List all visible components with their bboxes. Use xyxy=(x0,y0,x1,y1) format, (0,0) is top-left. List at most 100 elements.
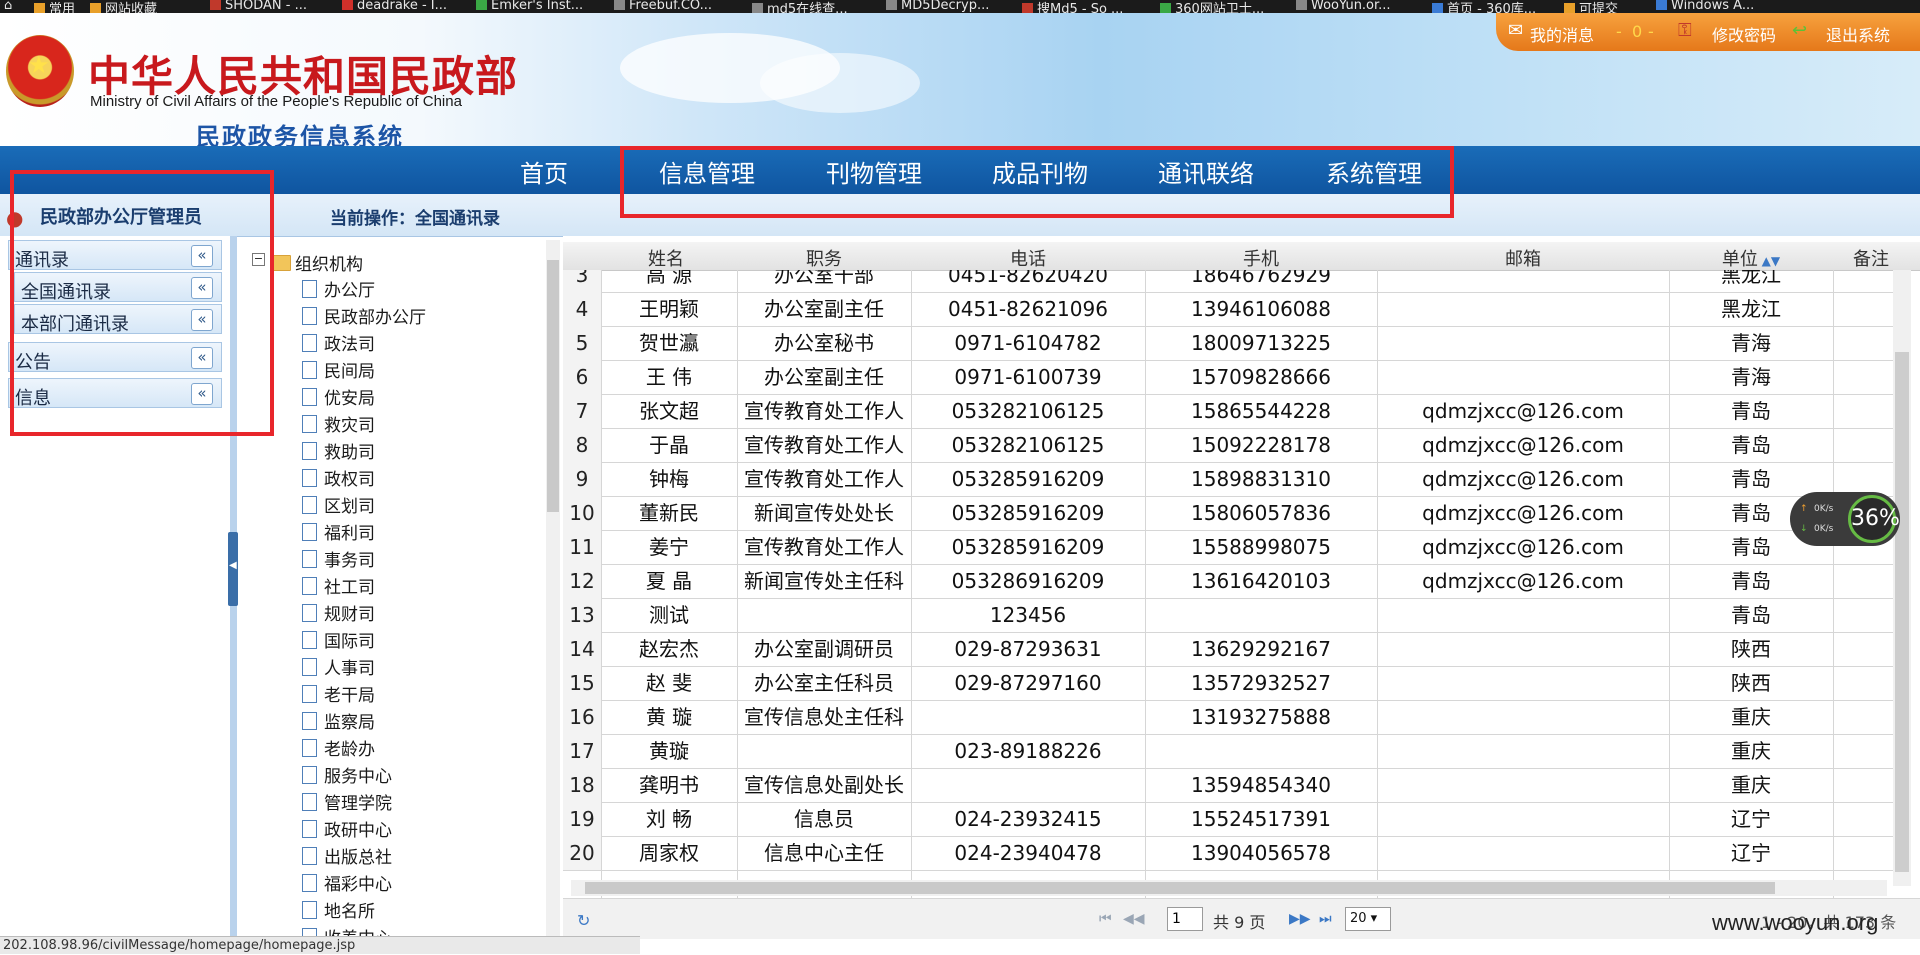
bookmark-item[interactable]: 搜Md5 - So ... xyxy=(1022,0,1123,13)
table-row[interactable]: 10 董新民 新闻宣传处处长 053285916209 15806057836 … xyxy=(563,496,1893,531)
tree-node[interactable]: 政研中心 xyxy=(302,816,392,841)
page-size-select[interactable]: 20 ▾ xyxy=(1345,907,1391,931)
tree-node[interactable]: 监察局 xyxy=(302,708,375,733)
col-title-header[interactable]: 职务 xyxy=(737,245,911,271)
row-number: 11 xyxy=(563,530,601,564)
cell-mobile: 13629292167 xyxy=(1191,637,1331,661)
tree-node[interactable]: 救灾司 xyxy=(302,411,375,436)
table-row[interactable]: 14 赵宏杰 办公室副调研员 029-87293631 13629292167 … xyxy=(563,632,1893,667)
bookmark-item[interactable]: 首页 - 360库... xyxy=(1432,0,1536,13)
bookmark-item[interactable]: md5在线查... xyxy=(752,0,848,13)
next-page-icon[interactable]: ▶▶ xyxy=(1289,911,1311,927)
tree-node[interactable]: 社工司 xyxy=(302,573,375,598)
first-page-icon[interactable]: ⏮ xyxy=(1099,911,1112,927)
bookmark-home-icon[interactable]: ⌂ xyxy=(4,0,12,13)
prev-page-icon[interactable]: ◀◀ xyxy=(1123,911,1145,927)
refresh-icon[interactable]: ↻ xyxy=(577,911,590,930)
bookmark-item[interactable]: MD5Decryp... xyxy=(886,0,989,13)
tree-node[interactable]: 规财司 xyxy=(302,600,375,625)
tree-node[interactable]: 优安局 xyxy=(302,384,375,409)
cell-title xyxy=(737,598,911,632)
splitter-toggle[interactable]: ◀ xyxy=(228,532,238,606)
table-row[interactable]: 9 钟梅 宣传教育处工作人 053285916209 15898831310 q… xyxy=(563,462,1893,497)
cell-name: 黄 璇 xyxy=(645,705,693,729)
tree-node[interactable]: 办公厅 xyxy=(302,276,375,301)
table-row[interactable]: 7 张文超 宣传教育处工作人 053282106125 15865544228 … xyxy=(563,394,1893,429)
row-number: 3 xyxy=(563,270,601,292)
table-row[interactable]: 11 姜宁 宣传教育处工作人 053285916209 15588998075 … xyxy=(563,530,1893,565)
cell-email: qdmzjxcc@126.com xyxy=(1422,569,1624,593)
col-name-header[interactable]: 姓名 xyxy=(603,245,729,271)
table-row[interactable]: 3 高 源 办公室干部 0451-82620420 18646762929 黑龙… xyxy=(563,270,1893,293)
bookmark-item[interactable]: SHODAN - ... xyxy=(210,0,307,13)
network-speed-widget[interactable]: ↑ 0K/s ↓ 0K/s 36% xyxy=(1790,492,1900,546)
tree-node[interactable]: 福彩中心 xyxy=(302,870,392,895)
my-messages-link[interactable]: 我的消息 xyxy=(1530,22,1594,46)
tree-node[interactable]: 事务司 xyxy=(302,546,375,571)
col-note-header[interactable]: 备注 xyxy=(1853,245,1920,271)
grid-vertical-scrollbar[interactable] xyxy=(1893,270,1911,886)
table-row[interactable]: 18 龚明书 宣传信息处副处长 13594854340 重庆 xyxy=(563,768,1893,803)
table-row[interactable]: 20 周家权 信息中心主任 024-23940478 13904056578 辽… xyxy=(563,836,1893,871)
col-email-header[interactable]: 邮箱 xyxy=(1377,245,1669,271)
bookmark-item[interactable]: Windows A... xyxy=(1656,0,1754,13)
table-row[interactable]: 8 于晶 宣传教育处工作人 053282106125 15092228178 q… xyxy=(563,428,1893,463)
tree-node[interactable]: 人事司 xyxy=(302,654,375,679)
change-password-link[interactable]: 修改密码 xyxy=(1712,22,1776,46)
tree-node[interactable]: 出版总社 xyxy=(302,843,392,868)
tree-node[interactable]: 政法司 xyxy=(302,330,375,355)
col-mobile-header[interactable]: 手机 xyxy=(1145,245,1377,271)
cell-name: 周家权 xyxy=(639,841,699,865)
table-row[interactable]: 19 刘 畅 信息员 024-23932415 15524517391 辽宁 xyxy=(563,802,1893,837)
table-row[interactable]: 12 夏 晶 新闻宣传处主任科 053286916209 13616420103… xyxy=(563,564,1893,599)
logout-link[interactable]: 退出系统 xyxy=(1826,22,1890,46)
cell-phone xyxy=(911,768,1145,802)
bookmark-item[interactable]: WooYun.or... xyxy=(1296,0,1391,13)
table-row[interactable]: 15 赵 斐 办公室主任科员 029-87297160 13572932527 … xyxy=(563,666,1893,701)
tree-node[interactable]: 福利司 xyxy=(302,519,375,544)
table-row[interactable]: 13 测试 123456 青岛 xyxy=(563,598,1893,633)
table-row[interactable]: 4 王明颖 办公室副主任 0451-82621096 13946106088 黑… xyxy=(563,292,1893,327)
col-unit-header[interactable]: 单位 ▲▼ xyxy=(1669,245,1833,271)
cell-title: 办公室主任科员 xyxy=(754,671,894,695)
tree-node[interactable]: 管理学院 xyxy=(302,789,392,814)
last-page-icon[interactable]: ⏭ xyxy=(1319,911,1332,927)
table-row[interactable]: 17 黄璇 023-89188226 重庆 xyxy=(563,734,1893,769)
bookmark-item[interactable]: 网站收藏 xyxy=(90,0,157,13)
table-row[interactable]: 6 王 伟 办公室副主任 0971-6100739 15709828666 青海 xyxy=(563,360,1893,395)
bookmark-item[interactable]: 常用 xyxy=(34,0,75,13)
document-icon xyxy=(302,280,317,298)
tree-scrollbar[interactable] xyxy=(546,240,560,940)
tree-node[interactable]: 地名所 xyxy=(302,897,375,922)
cell-phone: 053285916209 xyxy=(951,501,1105,525)
bookmark-item[interactable]: 可提交 xyxy=(1564,0,1618,13)
cell-mobile: 13946106088 xyxy=(1191,297,1331,321)
col-phone-header[interactable]: 电话 xyxy=(911,245,1145,271)
tree-node[interactable]: 民政部办公厅 xyxy=(302,303,426,328)
page-number-input[interactable] xyxy=(1167,907,1203,931)
tree-node[interactable]: 服务中心 xyxy=(302,762,392,787)
tree-node[interactable]: 区划司 xyxy=(302,492,375,517)
bookmark-item[interactable]: Emker's Inst... xyxy=(476,0,583,13)
cell-phone: 0971-6104782 xyxy=(954,331,1102,355)
tree-node[interactable]: 政权司 xyxy=(302,465,375,490)
tree-scroll-thumb[interactable] xyxy=(547,260,559,512)
bookmark-item[interactable]: deadrake - I... xyxy=(342,0,447,13)
table-row[interactable]: 16 黄 璇 宣传信息处主任科 13193275888 重庆 xyxy=(563,700,1893,735)
bookmark-item[interactable]: Freebuf.CO... xyxy=(614,0,712,13)
grid-hscroll-thumb[interactable] xyxy=(585,882,1775,894)
grid-horizontal-scrollbar[interactable] xyxy=(571,880,1887,896)
tree-node[interactable]: 救助司 xyxy=(302,438,375,463)
bookmark-item[interactable]: 360网站卫士... xyxy=(1160,0,1264,13)
tree-node[interactable]: 民间局 xyxy=(302,357,375,382)
tree-node[interactable]: 老龄办 xyxy=(302,735,375,760)
cell-phone: 0451-82621096 xyxy=(948,297,1108,321)
document-icon xyxy=(302,415,317,433)
grid-vscroll-thumb[interactable] xyxy=(1895,352,1909,872)
grid-body: 3 高 源 办公室干部 0451-82620420 18646762929 黑龙… xyxy=(563,270,1893,916)
cell-unit: 青岛 xyxy=(1731,569,1771,593)
tree-node[interactable]: 老干局 xyxy=(302,681,375,706)
table-row[interactable]: 5 贺世瀛 办公室秘书 0971-6104782 18009713225 青海 xyxy=(563,326,1893,361)
tree-node[interactable]: 国际司 xyxy=(302,627,375,652)
nav-home[interactable]: 首页 xyxy=(520,154,568,189)
